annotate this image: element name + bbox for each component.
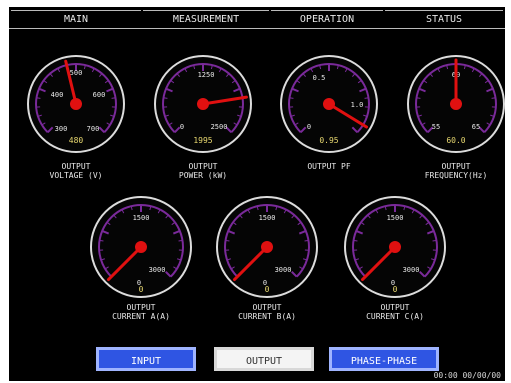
gauge-label-line1: OUTPUT	[380, 303, 410, 312]
gauge-label-line2: POWER (kW)	[178, 171, 228, 180]
gauge-label-pf: OUTPUT PF	[284, 162, 374, 171]
gauge-hub	[389, 241, 401, 253]
gauge-tick-label: 700	[87, 125, 100, 133]
gauge-tick-label: 1500	[387, 214, 404, 222]
gauge-tick	[353, 239, 358, 242]
gauge-label-power: OUTPUT POWER (kW)	[158, 162, 248, 180]
gauge-tick-label: 55	[432, 123, 440, 131]
gauge-pf: 0.5 1.0 0 0.95	[280, 55, 378, 153]
gauge-current_b: 1500300000	[216, 196, 318, 298]
gauge-label-line2: CURRENT B(A)	[238, 312, 296, 321]
gauge-hub	[261, 241, 273, 253]
gauge-current_a: 1500300000	[90, 196, 192, 298]
gauge-readout: 0	[139, 285, 144, 294]
gauge-tick-label: 65	[472, 123, 480, 131]
gauge-label-line1: OUTPUT	[61, 162, 91, 171]
gauge-tick-label: 1500	[133, 214, 150, 222]
gauge-label-line2: VOLTAGE (V)	[49, 171, 103, 180]
output-button[interactable]: OUTPUT	[214, 347, 314, 371]
gauge-tick-label: 3000	[403, 266, 420, 274]
gauge-readout: 480	[69, 136, 84, 145]
gauge-label-line1: OUTPUT	[252, 303, 282, 312]
gauge-frequency: 60556560.0	[407, 55, 505, 153]
gauge-tick-label: 2500	[211, 123, 228, 131]
gauge-tick	[178, 239, 183, 242]
gauge-tick	[289, 97, 294, 99]
gauge-label-line1: OUTPUT	[126, 303, 156, 312]
gauge-power: 1250 0 2500 1995	[154, 55, 252, 153]
gauge-label-current_c: OUTPUT CURRENT C(A)	[350, 303, 440, 321]
input-button[interactable]: INPUT	[96, 347, 196, 371]
gauge-hub	[323, 98, 335, 110]
gauge-label-frequency: OUTPUT FREQUENCY(Hz)	[411, 162, 501, 180]
clock-readout: 00:00 00/00/00	[433, 371, 501, 380]
gauge-tick-label: 1250	[198, 71, 215, 79]
gauge-label-current_b: OUTPUT CURRENT B(A)	[222, 303, 312, 321]
gauge-tick	[364, 97, 369, 99]
gauge-current_c: 1500300000	[344, 196, 446, 298]
gauge-tick-label: 1.0	[351, 101, 364, 109]
gauge-tick-label: 300	[55, 125, 68, 133]
gauge-hub	[197, 98, 209, 110]
gauge-tick-label: 0	[180, 123, 184, 131]
gauge-tick-label: 600	[93, 91, 106, 99]
gauge-readout: 0.95	[319, 136, 338, 145]
gauge-tick-label: 400	[51, 91, 64, 99]
gauge-label-current_a: OUTPUT CURRENT A(A)	[96, 303, 186, 321]
gauge-hub	[70, 98, 82, 110]
gauge-tick-label: 0.5	[313, 74, 326, 82]
gauge-tick	[491, 97, 496, 99]
hmi-screen: MAIN MEASUREMENT OPERATION STATUS 400 500…	[9, 7, 505, 381]
gauge-label-voltage: OUTPUT VOLTAGE (V)	[31, 162, 121, 180]
gauge-tick	[111, 97, 116, 99]
gauge-tick	[304, 239, 309, 242]
gauge-hub	[135, 241, 147, 253]
gauge-label-line1: OUTPUT	[441, 162, 471, 171]
gauge-tick	[99, 239, 104, 242]
gauge-tick	[225, 239, 230, 242]
gauge-tick	[432, 239, 437, 242]
gauge-tick	[36, 97, 41, 99]
gauge-readout: 60.0	[446, 136, 465, 145]
gauge-label-line1: OUTPUT PF	[307, 162, 351, 171]
gauge-tick	[416, 97, 421, 99]
gauge-tick-label: 0	[307, 123, 311, 131]
phase-phase-button[interactable]: PHASE-PHASE	[329, 347, 439, 371]
gauge-readout: 0	[265, 285, 270, 294]
gauge-label-line1: OUTPUT	[188, 162, 218, 171]
gauge-voltage: 400 500 600 300 700480	[27, 55, 125, 153]
gauge-label-line2: CURRENT A(A)	[112, 312, 170, 321]
gauge-readout: 1995	[193, 136, 212, 145]
gauge-tick-label: 1500	[259, 214, 276, 222]
gauge-tick-label: 500	[70, 69, 83, 77]
gauge-label-line2: FREQUENCY(Hz)	[424, 171, 488, 180]
gauge-tick-label: 3000	[275, 266, 292, 274]
gauge-hub	[450, 98, 462, 110]
gauge-readout: 0	[393, 285, 398, 294]
gauge-tick-label: 3000	[149, 266, 166, 274]
gauge-tick	[163, 97, 168, 99]
gauge-label-line2: CURRENT C(A)	[366, 312, 424, 321]
